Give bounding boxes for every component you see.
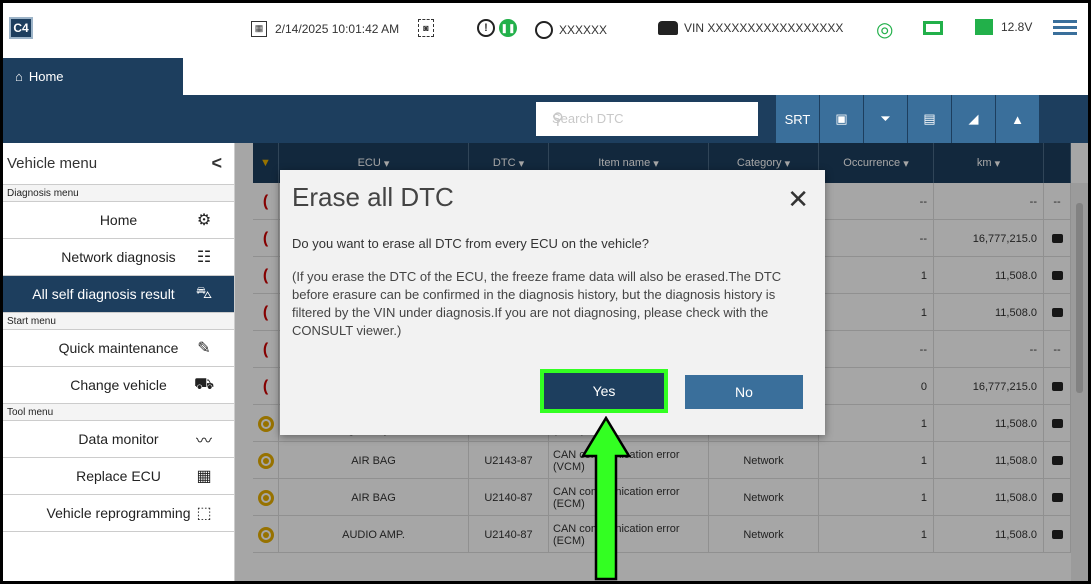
sidebar-item-quick-maintenance[interactable]: Quick maintenance ✎ bbox=[3, 330, 234, 367]
sidebar-item-change-vehicle[interactable]: Change vehicle ⛟ bbox=[3, 367, 234, 404]
sidebar-item-data-monitor[interactable]: Data monitor 〰 bbox=[3, 421, 234, 458]
sidebar-item-network-diagnosis[interactable]: Network diagnosis ☷ bbox=[3, 239, 234, 276]
alert-icon: ! bbox=[477, 19, 495, 37]
filter-button[interactable]: ⏷ bbox=[863, 95, 907, 143]
main-menu-button[interactable] bbox=[1053, 17, 1077, 38]
battery-icon bbox=[975, 19, 993, 35]
section-diagnosis-menu: Diagnosis menu bbox=[3, 185, 234, 202]
sidebar-item-replace-ecu[interactable]: Replace ECU ▦ bbox=[3, 458, 234, 495]
car-icon bbox=[658, 21, 678, 35]
save-button[interactable]: ▤ bbox=[907, 95, 951, 143]
report-button[interactable]: ▣ bbox=[819, 95, 863, 143]
vi-connection-status bbox=[923, 21, 943, 35]
yes-label: Yes bbox=[592, 383, 616, 399]
datetime-text: 2/14/2025 10:01:42 AM bbox=[275, 22, 400, 36]
car-search-icon: ⛍ bbox=[195, 285, 213, 302]
sidebar-item-label: Replace ECU bbox=[76, 468, 161, 484]
sidebar-item-home[interactable]: Home ⚙ bbox=[3, 202, 234, 239]
screenshot-icon: ◙ bbox=[418, 19, 434, 37]
user-icon bbox=[535, 21, 553, 39]
section-start-menu: Start menu bbox=[3, 313, 234, 330]
save-icon: ▤ bbox=[923, 111, 936, 126]
vin-text: VIN XXXXXXXXXXXXXXXXX bbox=[684, 21, 844, 35]
nav-bar: ⌂ Home bbox=[3, 58, 1088, 95]
app-window: C4 ▦ 2/14/2025 10:01:42 AM ◙ ! ❚❚ XXXXXX… bbox=[3, 3, 1088, 581]
sidebar-title: Vehicle menu bbox=[7, 155, 98, 172]
sidebar-item-vehicle-reprogramming[interactable]: Vehicle reprogramming ⬚ bbox=[3, 495, 234, 532]
no-button[interactable]: No bbox=[685, 375, 803, 409]
sidebar-item-label: Data monitor bbox=[78, 431, 159, 447]
app-logo: C4 bbox=[9, 17, 33, 39]
sidebar-item-label: Home bbox=[99, 212, 138, 228]
tab-home-label: Home bbox=[28, 69, 64, 84]
calendar-icon: ▦ bbox=[251, 21, 267, 37]
gear-icon: ⚙ bbox=[196, 212, 212, 229]
vi-connection-icon bbox=[923, 21, 943, 35]
sidebar-item-label: Quick maintenance bbox=[58, 340, 179, 356]
battery-voltage: 12.8V bbox=[975, 19, 1032, 35]
sidebar-item-label: Change vehicle bbox=[70, 377, 167, 393]
sidebar-item-label: All self diagnosis result bbox=[32, 286, 175, 302]
search-icon: ⚲ bbox=[552, 111, 564, 128]
collapse-button[interactable]: ▲ bbox=[995, 95, 1039, 143]
wireless-icon: ◎ bbox=[876, 19, 894, 41]
home-icon: ⌂ bbox=[15, 69, 23, 84]
user-text: XXXXXX bbox=[559, 23, 608, 37]
section-tool-menu: Tool menu bbox=[3, 404, 234, 421]
user-display: XXXXXX bbox=[535, 21, 607, 39]
chevron-left-icon[interactable]: < bbox=[211, 153, 222, 174]
screenshot-button[interactable]: ◙ bbox=[418, 19, 434, 37]
network-icon: ☷ bbox=[196, 249, 212, 266]
filter-icon: ⏷ bbox=[880, 111, 891, 126]
voltage-text: 12.8V bbox=[1001, 20, 1033, 34]
chevron-up-icon: ▲ bbox=[1011, 111, 1024, 127]
toolbar: Search DTC ⚲ SRT ▣ ⏷ ▤ ◢ ▲ bbox=[3, 95, 1088, 143]
sidebar-header: Vehicle menu < bbox=[3, 143, 234, 185]
hamburger-icon bbox=[1053, 17, 1077, 38]
search-dtc-input[interactable]: Search DTC ⚲ bbox=[536, 102, 758, 136]
dialog-note: (If you erase the DTC of the ECU, the fr… bbox=[292, 269, 782, 338]
tab-home[interactable]: ⌂ Home bbox=[3, 58, 183, 95]
report-icon: ▣ bbox=[835, 111, 848, 126]
erase-button[interactable]: ◢ bbox=[951, 95, 995, 143]
chip-icon: ▦ bbox=[196, 468, 212, 485]
dialog-title: Erase all DTC bbox=[292, 182, 454, 212]
srt-button[interactable]: SRT bbox=[775, 95, 819, 143]
yes-button[interactable]: Yes bbox=[540, 369, 668, 413]
sidebar-item-label: Vehicle reprogramming bbox=[46, 505, 191, 521]
alert-status[interactable]: ! ❚❚ bbox=[477, 19, 517, 37]
sidebar-item-label: Network diagnosis bbox=[61, 249, 176, 265]
datetime-display: ▦ 2/14/2025 10:01:42 AM bbox=[251, 21, 399, 37]
top-bar: C4 ▦ 2/14/2025 10:01:42 AM ◙ ! ❚❚ XXXXXX… bbox=[3, 3, 1088, 58]
close-icon[interactable]: ✕ bbox=[787, 184, 809, 215]
wrench-icon: ✎ bbox=[197, 340, 211, 357]
pause-status-icon: ❚❚ bbox=[499, 19, 517, 37]
eraser-icon: ◢ bbox=[968, 111, 979, 126]
car-swap-icon: ⛟ bbox=[193, 376, 215, 393]
reprogram-icon: ⬚ bbox=[196, 505, 212, 522]
no-label: No bbox=[735, 384, 753, 400]
srt-label: SRT bbox=[784, 111, 811, 127]
vehicle-menu-sidebar: Vehicle menu < Diagnosis menu Home ⚙ Net… bbox=[3, 143, 235, 581]
green-arrow-annotation bbox=[581, 416, 631, 581]
monitor-graph-icon: 〰 bbox=[195, 433, 212, 450]
wireless-status: ◎ bbox=[876, 17, 893, 42]
vin-display: VIN XXXXXXXXXXXXXXXXX bbox=[658, 21, 843, 35]
sidebar-item-all-self-diagnosis-result[interactable]: All self diagnosis result ⛍ bbox=[3, 276, 234, 313]
dialog-question: Do you want to erase all DTC from every … bbox=[292, 236, 649, 251]
erase-dtc-dialog: Erase all DTC ✕ Do you want to erase all… bbox=[280, 170, 825, 435]
